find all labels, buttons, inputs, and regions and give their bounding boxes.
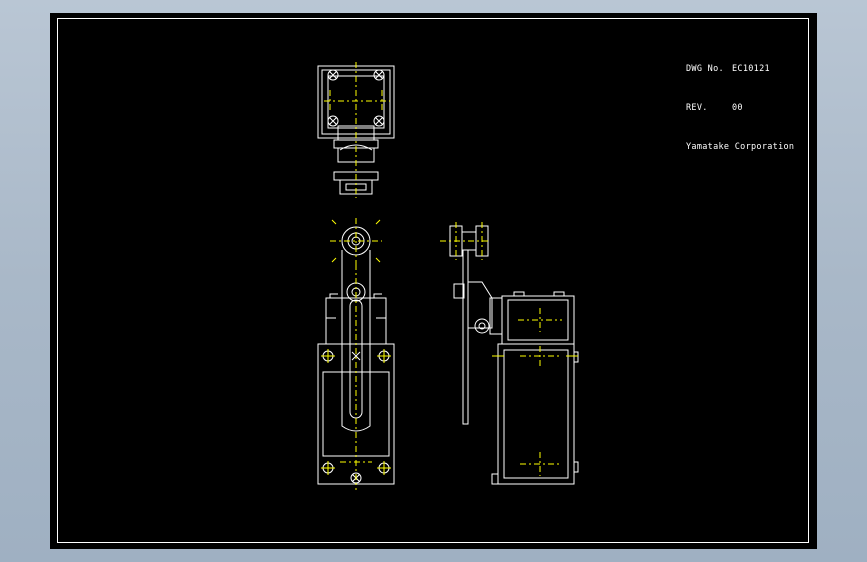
front-view-lever-arm <box>341 250 371 432</box>
side-view <box>440 222 579 485</box>
side-view-body-centerline <box>520 452 560 476</box>
side-view-head-tabs <box>513 291 565 296</box>
side-view-roller-centerline <box>440 222 490 260</box>
side-view-body <box>497 343 575 485</box>
side-view-body-inner <box>503 349 569 479</box>
front-view-roller-centerline <box>330 218 382 264</box>
side-view-head-housing <box>467 281 493 329</box>
front-view <box>317 218 395 490</box>
side-view-head-centerline <box>518 308 562 332</box>
cad-drawing <box>317 62 579 490</box>
side-view-lever <box>462 249 469 425</box>
top-view <box>317 62 395 198</box>
side-view-shaft <box>474 318 490 334</box>
side-view-body-centerline-top <box>520 346 560 366</box>
